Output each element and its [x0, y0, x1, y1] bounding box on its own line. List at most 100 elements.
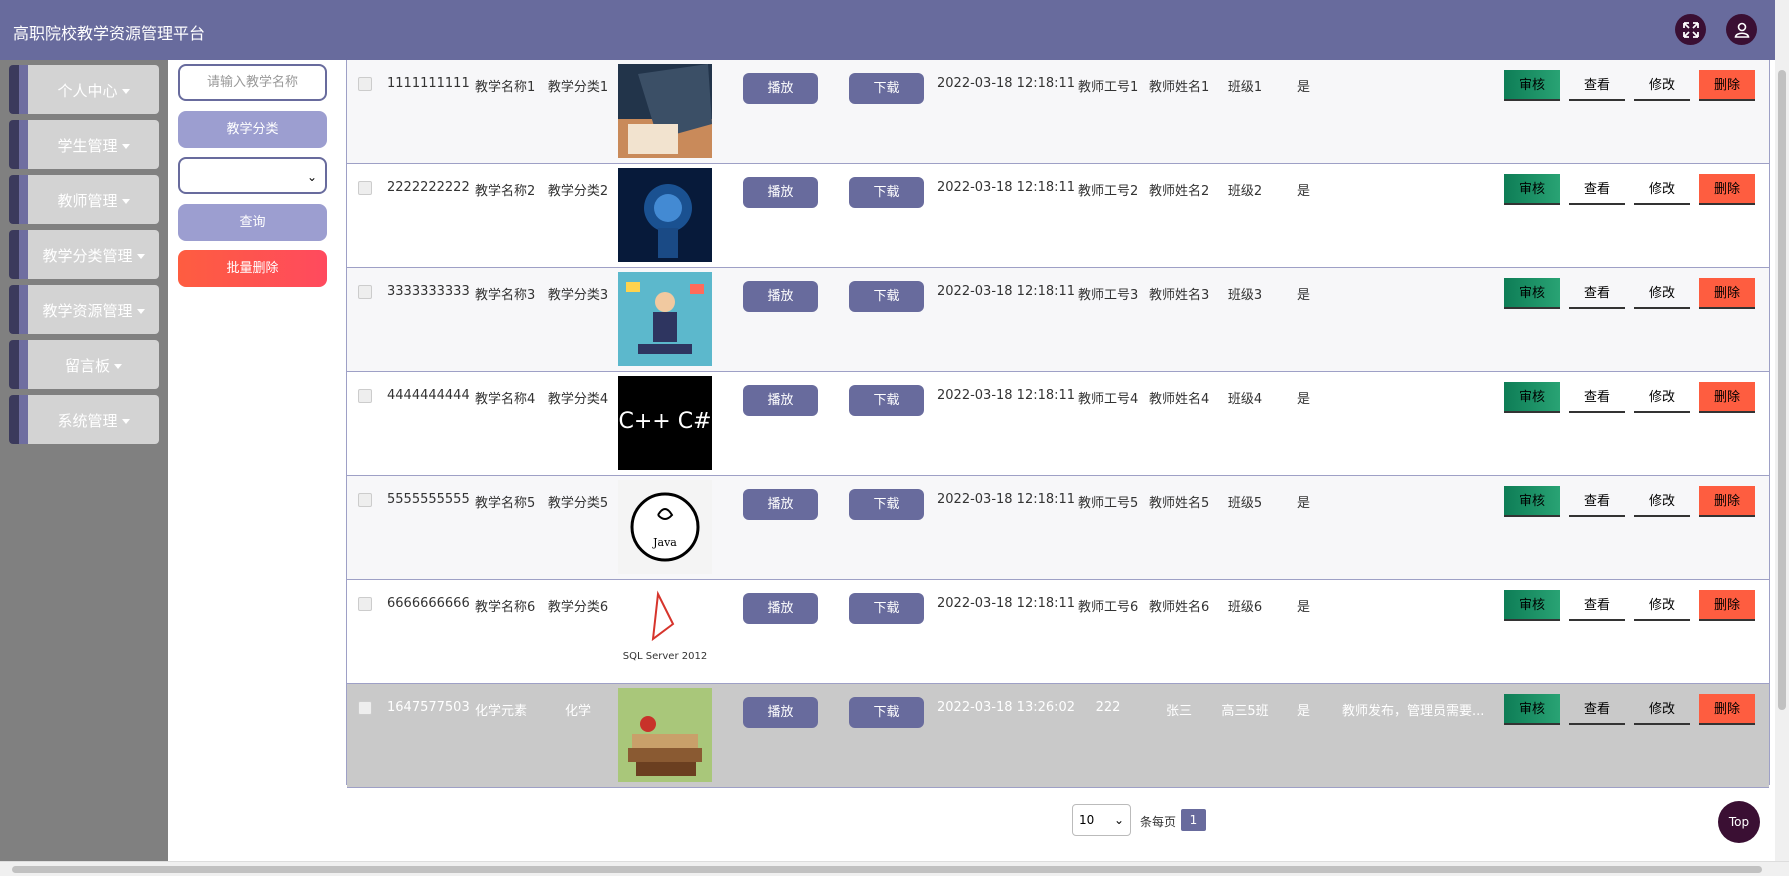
audit-button[interactable]: 审核 — [1504, 382, 1560, 413]
fullscreen-button[interactable] — [1675, 14, 1706, 45]
cpp-logo-text: C++ C# — [618, 409, 711, 434]
publish-time: 2022-03-18 12:18:11 — [937, 388, 1076, 403]
row-checkbox[interactable] — [358, 597, 372, 611]
sidebar-item-label: 系统管理 — [57, 412, 118, 430]
view-button[interactable]: 查看 — [1569, 486, 1625, 517]
sidebar-item-messages[interactable]: 留言板 — [9, 340, 159, 389]
class-name: 高三5班 — [1221, 704, 1269, 719]
page-size-select[interactable]: 10 ⌄ — [1072, 804, 1131, 836]
resource-id: 4444444444 — [387, 388, 470, 403]
sidebar-item-profile[interactable]: 个人中心 — [9, 65, 159, 114]
resource-name: 教学名称3 — [475, 288, 536, 303]
back-to-top-button[interactable]: Top — [1718, 801, 1760, 843]
audit-button[interactable]: 审核 — [1504, 694, 1560, 725]
edit-button[interactable]: 修改 — [1634, 694, 1690, 725]
batch-delete-button[interactable]: 批量删除 — [178, 250, 327, 287]
horizontal-scrollbar[interactable] — [0, 861, 1789, 876]
delete-button[interactable]: 删除 — [1699, 174, 1755, 205]
sidebar-item-resources[interactable]: 教学资源管理 — [9, 285, 159, 334]
audit-button[interactable]: 审核 — [1504, 70, 1560, 101]
row-checkbox[interactable] — [358, 285, 372, 299]
class-name: 班级5 — [1227, 496, 1263, 511]
download-button[interactable]: 下载 — [849, 697, 924, 728]
approved-flag: 是 — [1297, 496, 1311, 511]
play-button[interactable]: 播放 — [743, 281, 818, 312]
edit-button[interactable]: 修改 — [1634, 382, 1690, 413]
download-button[interactable]: 下载 — [849, 489, 924, 520]
edit-button[interactable]: 修改 — [1634, 590, 1690, 621]
chevron-down-icon — [121, 144, 130, 149]
query-button[interactable]: 查询 — [178, 204, 327, 241]
delete-button[interactable]: 删除 — [1699, 590, 1755, 621]
chevron-down-icon — [121, 199, 130, 204]
sidebar-item-teachers[interactable]: 教师管理 — [9, 175, 159, 224]
delete-button[interactable]: 删除 — [1699, 382, 1755, 413]
play-button[interactable]: 播放 — [743, 177, 818, 208]
approved-flag: 是 — [1297, 288, 1311, 303]
row-checkbox[interactable] — [358, 77, 372, 91]
delete-button[interactable]: 删除 — [1699, 486, 1755, 517]
download-button[interactable]: 下载 — [849, 177, 924, 208]
vertical-scrollbar[interactable] — [1775, 0, 1789, 861]
row-checkbox[interactable] — [358, 701, 372, 715]
audit-button[interactable]: 审核 — [1504, 590, 1560, 621]
resource-id: 3333333333 — [387, 284, 470, 299]
view-button[interactable]: 查看 — [1569, 278, 1625, 309]
category-button[interactable]: 教学分类 — [178, 111, 327, 148]
filter-panel: 请输入教学名称 教学分类 ⌄ 查询 批量删除 — [168, 60, 345, 861]
publish-time: 2022-03-18 12:18:11 — [937, 76, 1076, 91]
play-button[interactable]: 播放 — [743, 73, 818, 104]
audit-button[interactable]: 审核 — [1504, 486, 1560, 517]
play-button[interactable]: 播放 — [743, 593, 818, 624]
download-button[interactable]: 下载 — [849, 385, 924, 416]
download-button[interactable]: 下载 — [849, 73, 924, 104]
sidebar-item-categories[interactable]: 教学分类管理 — [9, 230, 159, 279]
resource-thumbnail: SQL Server 2012 — [618, 584, 712, 678]
edit-button[interactable]: 修改 — [1634, 174, 1690, 205]
row-checkbox[interactable] — [358, 389, 372, 403]
delete-button[interactable]: 删除 — [1699, 694, 1755, 725]
audit-button[interactable]: 审核 — [1504, 278, 1560, 309]
edit-button[interactable]: 修改 — [1634, 486, 1690, 517]
resource-thumbnail — [618, 168, 712, 262]
sidebar-item-students[interactable]: 学生管理 — [9, 120, 159, 169]
resource-name: 教学名称6 — [475, 600, 536, 615]
resource-thumbnail — [618, 688, 712, 782]
delete-button[interactable]: 删除 — [1699, 278, 1755, 309]
sidebar-item-label: 个人中心 — [57, 82, 118, 100]
chevron-down-icon — [136, 309, 145, 314]
view-button[interactable]: 查看 — [1569, 694, 1625, 725]
view-button[interactable]: 查看 — [1569, 382, 1625, 413]
resource-thumbnail — [618, 272, 712, 366]
teacher-name: 教师姓名3 — [1149, 288, 1210, 303]
row-checkbox[interactable] — [358, 493, 372, 507]
resource-thumbnail: Java — [618, 480, 712, 574]
view-button[interactable]: 查看 — [1569, 174, 1625, 205]
resource-id: 6666666666 — [387, 596, 470, 611]
user-button[interactable] — [1726, 14, 1757, 45]
delete-button[interactable]: 删除 — [1699, 70, 1755, 101]
table-row: 4444444444 教学名称4 教学分类4 C++ C# 播放 下载 2022… — [347, 372, 1769, 476]
row-checkbox[interactable] — [358, 181, 372, 195]
page-number-1[interactable]: 1 — [1181, 809, 1206, 831]
approved-flag: 是 — [1297, 704, 1311, 719]
edit-button[interactable]: 修改 — [1634, 70, 1690, 101]
view-button[interactable]: 查看 — [1569, 590, 1625, 621]
edit-button[interactable]: 修改 — [1634, 278, 1690, 309]
download-button[interactable]: 下载 — [849, 593, 924, 624]
chevron-down-icon — [121, 89, 130, 94]
sql-logo-text: SQL Server 2012 — [623, 651, 707, 662]
play-button[interactable]: 播放 — [743, 489, 818, 520]
resource-id: 1111111111 — [387, 76, 470, 91]
resource-name: 教学名称4 — [475, 392, 536, 407]
teacher-name: 教师姓名4 — [1149, 392, 1210, 407]
sidebar-item-system[interactable]: 系统管理 — [9, 395, 159, 444]
view-button[interactable]: 查看 — [1569, 70, 1625, 101]
search-input[interactable]: 请输入教学名称 — [178, 64, 327, 101]
audit-button[interactable]: 审核 — [1504, 174, 1560, 205]
resource-category: 教学分类2 — [547, 184, 609, 199]
play-button[interactable]: 播放 — [743, 385, 818, 416]
category-select[interactable]: ⌄ — [178, 157, 327, 194]
play-button[interactable]: 播放 — [743, 697, 818, 728]
download-button[interactable]: 下载 — [849, 281, 924, 312]
